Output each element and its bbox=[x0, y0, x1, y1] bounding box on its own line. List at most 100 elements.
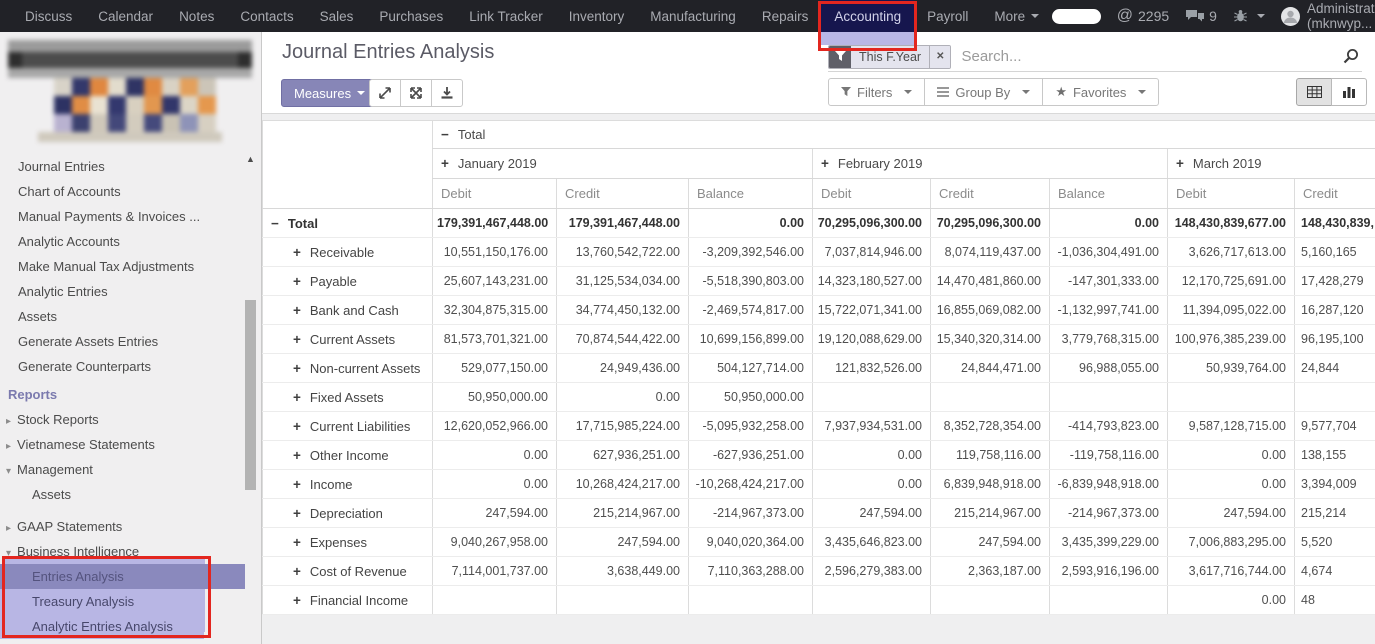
menu-more[interactable]: More bbox=[981, 0, 1052, 32]
pivot-cell[interactable]: 70,874,544,422.00 bbox=[557, 325, 689, 354]
expand-icon[interactable]: + bbox=[293, 448, 301, 463]
pivot-cell[interactable]: 0.00 bbox=[433, 470, 557, 499]
pivot-cell[interactable]: 25,607,143,231.00 bbox=[433, 267, 557, 296]
expand-icon[interactable]: + bbox=[293, 245, 301, 260]
pivot-cell[interactable]: 9,040,020,364.00 bbox=[689, 528, 813, 557]
pivot-cell[interactable]: -5,095,932,258.00 bbox=[689, 412, 813, 441]
pivot-cell[interactable]: 247,594.00 bbox=[813, 499, 931, 528]
pivot-cell[interactable]: 215,214,967.00 bbox=[557, 499, 689, 528]
expand-icon[interactable]: + bbox=[293, 361, 301, 376]
pivot-cell[interactable] bbox=[813, 586, 931, 615]
pivot-row-header[interactable]: +Receivable bbox=[263, 238, 433, 267]
expand-icon[interactable]: + bbox=[441, 156, 449, 171]
pivot-row-header[interactable]: +Depreciation bbox=[263, 499, 433, 528]
pivot-cell[interactable]: 12,620,052,966.00 bbox=[433, 412, 557, 441]
pivot-view-button[interactable] bbox=[1296, 78, 1332, 106]
pivot-cell[interactable]: 529,077,150.00 bbox=[433, 354, 557, 383]
pivot-cell[interactable]: 504,127,714.00 bbox=[689, 354, 813, 383]
pivot-cell[interactable]: 17,715,985,224.00 bbox=[557, 412, 689, 441]
pivot-col-february[interactable]: +February 2019 bbox=[813, 149, 1168, 179]
sidebar-item-make-manual-tax-adjustments[interactable]: Make Manual Tax Adjustments bbox=[0, 254, 261, 279]
pivot-cell[interactable]: 50,939,764.00 bbox=[1168, 354, 1295, 383]
pivot-cell[interactable]: 119,758,116.00 bbox=[931, 441, 1050, 470]
pivot-cell[interactable]: 6,839,948,918.00 bbox=[931, 470, 1050, 499]
sidebar-item-treasury-analysis[interactable]: Treasury Analysis bbox=[0, 589, 204, 614]
pivot-cell[interactable]: 3,435,646,823.00 bbox=[813, 528, 931, 557]
pivot-cell[interactable]: 148,430,839, bbox=[1295, 209, 1375, 238]
measure-header-credit[interactable]: Credit bbox=[1295, 179, 1375, 209]
pivot-cell[interactable] bbox=[433, 586, 557, 615]
pivot-cell[interactable]: 2,596,279,383.00 bbox=[813, 557, 931, 586]
pivot-cell[interactable]: 3,435,399,229.00 bbox=[1050, 528, 1168, 557]
pivot-cell[interactable]: -627,936,251.00 bbox=[689, 441, 813, 470]
menu-sales[interactable]: Sales bbox=[307, 0, 367, 32]
measure-header-debit[interactable]: Debit bbox=[1168, 179, 1295, 209]
sidebar-scrollbar[interactable]: ▲ bbox=[244, 154, 257, 640]
pivot-cell[interactable]: 121,832,526.00 bbox=[813, 354, 931, 383]
sidebar-item-analytic-accounts[interactable]: Analytic Accounts bbox=[0, 229, 261, 254]
expand-icon[interactable]: + bbox=[293, 332, 301, 347]
sidebar-item-journal-entries[interactable]: Journal Entries bbox=[0, 154, 261, 179]
pivot-cell[interactable]: 7,114,001,737.00 bbox=[433, 557, 557, 586]
expand-icon[interactable]: + bbox=[293, 477, 301, 492]
pivot-cell[interactable]: 70,295,096,300.00 bbox=[813, 209, 931, 238]
pivot-grand-column[interactable]: −Total bbox=[433, 121, 1375, 149]
pivot-cell[interactable]: 5,520 bbox=[1295, 528, 1375, 557]
pivot-cell[interactable]: 24,844 bbox=[1295, 354, 1375, 383]
pivot-cell[interactable]: 50,950,000.00 bbox=[433, 383, 557, 412]
menu-repairs[interactable]: Repairs bbox=[749, 0, 822, 32]
menu-manufacturing[interactable]: Manufacturing bbox=[637, 0, 749, 32]
pivot-cell[interactable]: 0.00 bbox=[1168, 441, 1295, 470]
pivot-cell[interactable] bbox=[813, 383, 931, 412]
pivot-cell[interactable]: 15,340,320,314.00 bbox=[931, 325, 1050, 354]
favorites-button[interactable]: ★ Favorites bbox=[1042, 78, 1159, 106]
expand-icon[interactable]: + bbox=[293, 419, 301, 434]
search-icon[interactable] bbox=[1342, 48, 1360, 66]
pivot-cell[interactable]: 10,551,150,176.00 bbox=[433, 238, 557, 267]
expand-icon[interactable]: + bbox=[293, 303, 301, 318]
pivot-cell[interactable] bbox=[1295, 383, 1375, 412]
pivot-cell[interactable]: 7,110,363,288.00 bbox=[689, 557, 813, 586]
pivot-row-header[interactable]: +Other Income bbox=[263, 441, 433, 470]
pivot-cell[interactable]: -1,132,997,741.00 bbox=[1050, 296, 1168, 325]
menu-discuss[interactable]: Discuss bbox=[12, 0, 85, 32]
sidebar-item-assets-management[interactable]: Assets bbox=[0, 482, 261, 507]
pivot-cell[interactable]: -2,469,574,817.00 bbox=[689, 296, 813, 325]
pivot-cell[interactable]: 7,006,883,295.00 bbox=[1168, 528, 1295, 557]
pivot-cell[interactable]: 0.00 bbox=[1168, 470, 1295, 499]
pivot-row-header[interactable]: +Payable bbox=[263, 267, 433, 296]
pivot-cell[interactable]: 5,160,165 bbox=[1295, 238, 1375, 267]
pivot-cell[interactable]: -6,839,948,918.00 bbox=[1050, 470, 1168, 499]
pivot-cell[interactable]: -5,518,390,803.00 bbox=[689, 267, 813, 296]
expand-icon[interactable]: + bbox=[1176, 156, 1184, 171]
pivot-cell[interactable]: 13,760,542,722.00 bbox=[557, 238, 689, 267]
pivot-cell[interactable]: 2,593,916,196.00 bbox=[1050, 557, 1168, 586]
pivot-row-header[interactable]: +Expenses bbox=[263, 528, 433, 557]
pivot-cell[interactable]: 148,430,839,677.00 bbox=[1168, 209, 1295, 238]
scroll-up-arrow[interactable]: ▲ bbox=[244, 154, 257, 164]
pivot-row-header[interactable]: −Total bbox=[263, 209, 433, 238]
pivot-cell[interactable]: 138,155 bbox=[1295, 441, 1375, 470]
collapse-icon[interactable]: − bbox=[271, 216, 279, 231]
pivot-cell[interactable]: 19,120,088,629.00 bbox=[813, 325, 931, 354]
expand-all-button[interactable] bbox=[369, 79, 401, 107]
sidebar-item-vietnamese-statements[interactable]: ▸Vietnamese Statements bbox=[0, 432, 261, 457]
pivot-cell[interactable]: -10,268,424,217.00 bbox=[689, 470, 813, 499]
pivot-cell[interactable]: 8,352,728,354.00 bbox=[931, 412, 1050, 441]
pivot-cell[interactable] bbox=[689, 586, 813, 615]
pivot-cell[interactable]: 14,470,481,860.00 bbox=[931, 267, 1050, 296]
sidebar-item-gaap-statements[interactable]: ▸GAAP Statements bbox=[0, 514, 261, 539]
pivot-row-header[interactable]: +Bank and Cash bbox=[263, 296, 433, 325]
expand-icon[interactable]: + bbox=[293, 535, 301, 550]
sidebar-item-business-intelligence[interactable]: ▾Business Intelligence bbox=[0, 539, 261, 564]
pivot-cell[interactable]: 0.00 bbox=[557, 383, 689, 412]
sidebar-item-chart-of-accounts[interactable]: Chart of Accounts bbox=[0, 179, 261, 204]
pivot-row-header[interactable]: +Financial Income bbox=[263, 586, 433, 615]
pivot-cell[interactable]: 0.00 bbox=[1050, 209, 1168, 238]
pivot-cell[interactable]: 9,587,128,715.00 bbox=[1168, 412, 1295, 441]
pivot-cell[interactable] bbox=[1050, 586, 1168, 615]
pivot-cell[interactable] bbox=[1168, 383, 1295, 412]
pivot-cell[interactable]: -1,036,304,491.00 bbox=[1050, 238, 1168, 267]
pivot-cell[interactable]: 31,125,534,034.00 bbox=[557, 267, 689, 296]
pivot-cell[interactable]: 9,040,267,958.00 bbox=[433, 528, 557, 557]
